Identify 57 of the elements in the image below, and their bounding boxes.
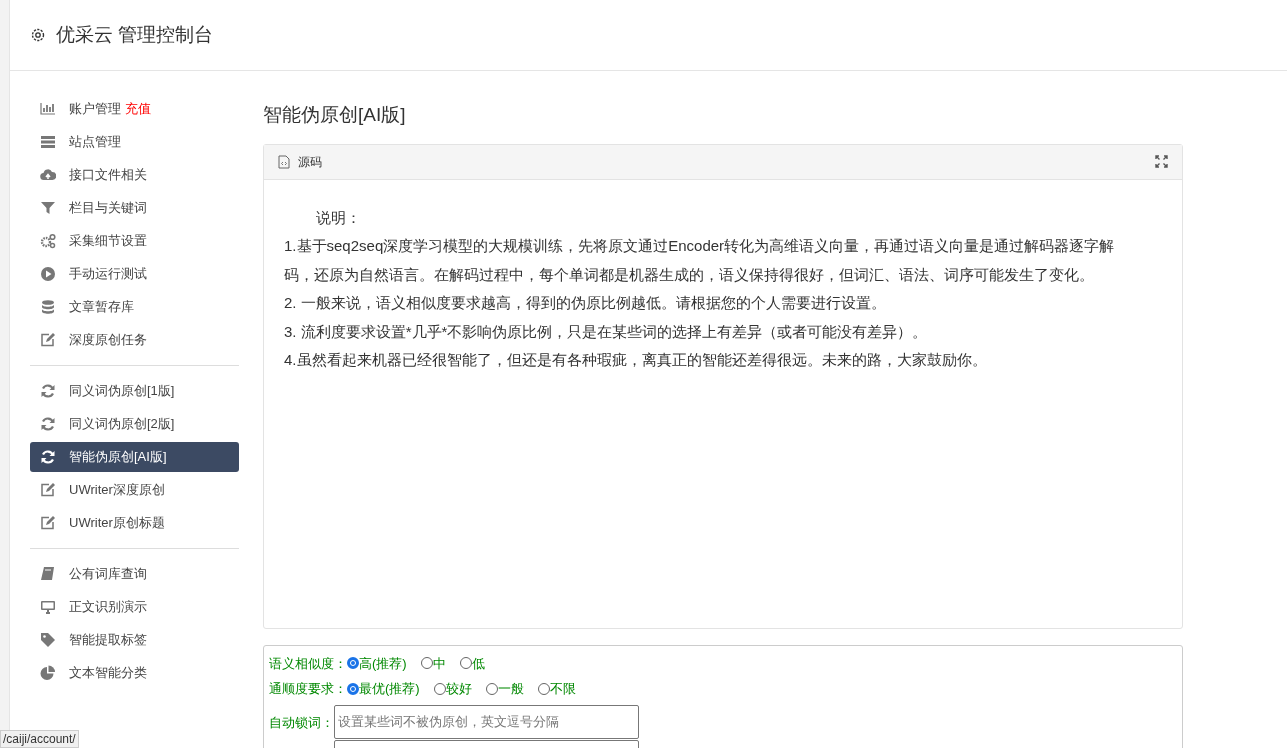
description-heading: 说明：: [315, 207, 361, 228]
sidebar-item[interactable]: 站点管理: [30, 127, 239, 157]
field-label: 自动锁词：: [269, 713, 334, 732]
monitor-icon: [40, 599, 56, 615]
refresh-icon: [40, 383, 56, 399]
sidebar-item[interactable]: UWriter深度原创: [30, 475, 239, 505]
panel-tab[interactable]: 源码: [298, 152, 322, 171]
input-field[interactable]: 设置某些词不被伪原创，英文逗号分隔: [334, 704, 639, 739]
field-label: 语义相似度：: [269, 654, 347, 673]
radio-option[interactable]: 一般: [485, 679, 524, 699]
recharge-link[interactable]: 充值: [125, 99, 151, 119]
play-icon: [40, 266, 56, 282]
tag-icon: [40, 632, 56, 648]
description-line: 4.虽然看起来机器已经很智能了，但还是有各种瑕疵，离真正的智能还差得很远。未来的路，大家鼓励你。: [284, 350, 988, 370]
radio-option[interactable]: 中: [420, 653, 446, 673]
refresh-icon: [40, 416, 56, 432]
sidebar-item[interactable]: 智能伪原创[AI版]: [30, 442, 239, 472]
app-title: 优采云 管理控制台: [56, 22, 214, 47]
sidebar-item[interactable]: 手动运行测试: [30, 259, 239, 289]
description-line: 1.基于seq2seq深度学习模型的大规模训练，先将原文通过Encoder转化为高维语义向量，再通过语义向量是通过解码器逐字解码，还原为自然语言。在解码过程中，每个单词都是机器生成的，语义保持得很好，但词汇、语法、词序可能发生了变化。: [284, 236, 1116, 285]
settings-icon: [30, 27, 46, 43]
description-line: 3. 流利度要求设置*几乎*不影响伪原比例，只是在某些词的选择上有差异（或者可能没有差异）。: [284, 321, 929, 342]
radio-option[interactable]: 低: [459, 653, 485, 673]
pie-chart-icon: [40, 665, 56, 681]
sidebar-item[interactable]: 深度原创任务: [30, 325, 239, 355]
item-label[interactable]: 账户管理: [69, 99, 121, 119]
edit-icon: [40, 482, 56, 498]
server-icon: [40, 134, 56, 150]
status-url: /caiji/account/: [0, 730, 79, 748]
chart-icon: [40, 101, 56, 117]
cloud-upload-icon: [40, 167, 56, 183]
sidebar-item[interactable]: 文章暂存库: [30, 292, 239, 322]
field-label: 通顺度要求：: [269, 680, 347, 698]
book-icon: [40, 566, 56, 582]
sidebar-item[interactable]: 接口文件相关: [30, 160, 239, 190]
sidebar-item[interactable]: UWriter原创标题: [30, 508, 239, 538]
fullscreen-icon[interactable]: [1155, 155, 1168, 168]
sidebar-item[interactable]: 正文识别演示: [30, 592, 239, 622]
sidebar-item[interactable]: 栏目与关键词: [30, 193, 239, 223]
sidebar-item[interactable]: 公有词库查询: [30, 559, 239, 589]
sidebar-item[interactable]: 同义词伪原创[2版]: [30, 409, 239, 439]
radio-option[interactable]: 高(推荐): [347, 653, 407, 673]
page-title: 智能伪原创[AI版]: [263, 103, 407, 127]
radio-option[interactable]: 最优(推荐): [347, 679, 420, 699]
filter-icon: [40, 200, 56, 216]
description-line: 2. 一般来说，语义相似度要求越高，得到的伪原比例越低。请根据您的个人需要进行设置。: [284, 293, 887, 313]
refresh-icon: [40, 449, 56, 465]
sidebar-item[interactable]: 同义词伪原创[1版]: [30, 376, 239, 406]
radio-option[interactable]: 较好: [433, 679, 472, 699]
edit-icon: [40, 515, 56, 531]
sidebar-item[interactable]: 文本智能分类: [30, 658, 239, 688]
edit-icon: [40, 332, 56, 348]
sidebar-item[interactable]: 智能提取标签: [30, 625, 239, 655]
file-code-icon: [278, 154, 290, 169]
radio-option[interactable]: 不限: [537, 679, 576, 699]
database-icon: [40, 299, 56, 315]
sidebar-item[interactable]: 采集细节设置: [30, 226, 239, 256]
